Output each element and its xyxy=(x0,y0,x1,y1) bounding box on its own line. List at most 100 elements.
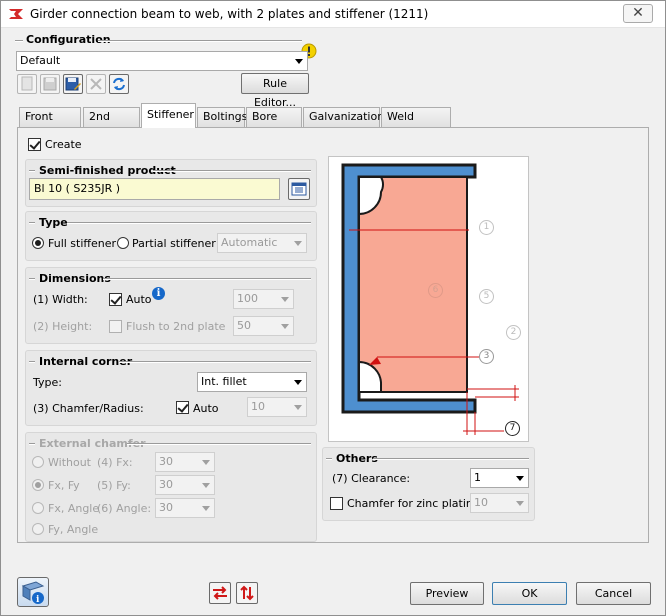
tab-stiffener[interactable]: Stiffener xyxy=(141,103,196,128)
chamfer-radius-value: 10 xyxy=(251,400,265,413)
full-stiffener-label: Full stiffener xyxy=(48,237,117,250)
label-bubble-3: 3 xyxy=(479,349,494,364)
chevron-down-icon xyxy=(294,380,302,385)
partial-stiffener-radio[interactable] xyxy=(117,237,129,249)
dimensions-divider xyxy=(103,278,311,280)
fy-label: (5) Fy: xyxy=(97,479,131,492)
tab-boltings[interactable]: Boltings xyxy=(197,107,247,127)
fy-angle-radio[interactable] xyxy=(32,523,44,535)
rule-editor-button[interactable]: Rule Editor... xyxy=(241,73,309,109)
configuration-value: Default xyxy=(20,54,61,67)
chevron-down-icon xyxy=(294,405,302,410)
chamfer-auto-checkbox[interactable] xyxy=(176,401,189,414)
without-label: Without xyxy=(48,456,91,469)
swap-horizontal-button[interactable] xyxy=(209,582,231,604)
type-title: Type xyxy=(39,216,68,229)
swap-vertical-icon xyxy=(240,585,254,601)
width-auto-checkbox[interactable] xyxy=(109,293,122,306)
label-bubble-7: 7 xyxy=(505,421,520,436)
chamfer-radius-select[interactable]: 10 xyxy=(247,397,307,417)
chevron-down-icon xyxy=(202,506,210,511)
partial-mode-select[interactable]: Automatic xyxy=(217,233,307,253)
new-config-button[interactable] xyxy=(17,74,37,94)
cancel-button[interactable]: Cancel xyxy=(576,582,651,605)
others-divider-left xyxy=(326,458,332,460)
flush-checkbox[interactable] xyxy=(109,320,122,333)
catalog-button[interactable] xyxy=(288,178,310,200)
tab-weld-seams[interactable]: Weld seams xyxy=(381,107,451,141)
refresh-config-button[interactable] xyxy=(109,74,129,94)
fx-fy-label: Fx, Fy xyxy=(48,479,80,492)
help-button[interactable]: i xyxy=(17,577,49,607)
info-icon[interactable]: i xyxy=(152,287,165,300)
corner-type-select[interactable]: Int. fillet xyxy=(197,372,307,392)
delete-config-button[interactable] xyxy=(86,74,106,94)
clearance-label: (7) Clearance: xyxy=(332,472,411,485)
chevron-down-icon xyxy=(294,241,302,246)
dialog-window: Girder connection beam to web, with 2 pl… xyxy=(0,0,666,616)
configuration-divider xyxy=(98,40,302,42)
type-divider xyxy=(67,222,311,224)
partial-mode-value: Automatic xyxy=(221,236,278,249)
close-button[interactable]: ✕ xyxy=(623,4,653,23)
chevron-down-icon xyxy=(281,297,289,302)
internal-corner-divider xyxy=(119,361,311,363)
without-radio[interactable] xyxy=(32,456,44,468)
fx-fy-radio[interactable] xyxy=(32,479,44,491)
chevron-down-icon xyxy=(516,501,524,506)
label-bubble-1: 1 xyxy=(479,220,494,235)
help-icon: i xyxy=(21,581,45,605)
angle-select[interactable]: 30 xyxy=(155,498,215,518)
width-select[interactable]: 100 xyxy=(233,289,294,309)
zinc-chamfer-checkbox[interactable] xyxy=(330,497,343,510)
zinc-chamfer-value: 10 xyxy=(474,496,488,509)
zinc-chamfer-select[interactable]: 10 xyxy=(470,493,529,513)
delete-icon xyxy=(90,78,102,90)
diagram-drawing xyxy=(341,163,519,435)
configuration-divider-left xyxy=(15,40,23,42)
chamfer-radius-label: (3) Chamfer/Radius: xyxy=(33,402,144,415)
tab-2nd-plate[interactable]: 2nd plate xyxy=(83,107,140,141)
chevron-down-icon xyxy=(516,476,524,481)
height-value: 50 xyxy=(237,319,251,332)
fx-value: 30 xyxy=(159,455,173,468)
tab-front-plate[interactable]: Front plate xyxy=(19,107,81,141)
ok-button[interactable]: OK xyxy=(492,582,567,605)
save-config-button[interactable] xyxy=(40,74,60,94)
tab-galvanization[interactable]: Galvanization xyxy=(303,107,384,127)
swap-vertical-button[interactable] xyxy=(236,582,258,604)
tab-bore-grid[interactable]: Bore grid xyxy=(246,107,302,141)
height-select[interactable]: 50 xyxy=(233,316,294,336)
fy-value: 30 xyxy=(159,478,173,491)
full-stiffener-radio[interactable] xyxy=(32,237,44,249)
dimensions-title: Dimensions xyxy=(39,272,111,285)
corner-type-value: Int. fillet xyxy=(201,375,247,388)
corner-type-label: Type: xyxy=(33,376,62,389)
window-title: Girder connection beam to web, with 2 pl… xyxy=(30,7,429,21)
fy-select[interactable]: 30 xyxy=(155,475,215,495)
save-icon xyxy=(43,77,57,91)
clearance-select[interactable]: 1 xyxy=(470,468,529,488)
preview-button[interactable]: Preview xyxy=(410,582,484,605)
width-auto-label: Auto xyxy=(126,293,152,306)
internal-corner-divider-left xyxy=(29,361,35,363)
label-bubble-2: 2 xyxy=(506,325,521,340)
fy-angle-label: Fy, Angle xyxy=(48,523,99,536)
fx-label: (4) Fx: xyxy=(97,456,133,469)
svg-text:i: i xyxy=(36,595,40,605)
label-bubble-5: 5 xyxy=(479,289,494,304)
new-document-icon xyxy=(21,76,33,91)
external-chamfer-divider xyxy=(127,443,311,445)
create-checkbox[interactable] xyxy=(28,138,41,151)
save-as-config-button[interactable] xyxy=(63,74,83,94)
configuration-select[interactable]: Default xyxy=(16,51,308,71)
angle-value: 30 xyxy=(159,501,173,514)
app-icon xyxy=(9,9,23,19)
others-divider xyxy=(373,458,529,460)
fx-angle-radio[interactable] xyxy=(32,502,44,514)
fx-select[interactable]: 30 xyxy=(155,452,215,472)
chevron-down-icon xyxy=(295,59,303,64)
semi-divider-left xyxy=(29,170,35,172)
semi-finished-field[interactable]: Bl 10 ( S235JR ) xyxy=(29,178,280,200)
external-chamfer-divider-left xyxy=(29,443,35,445)
